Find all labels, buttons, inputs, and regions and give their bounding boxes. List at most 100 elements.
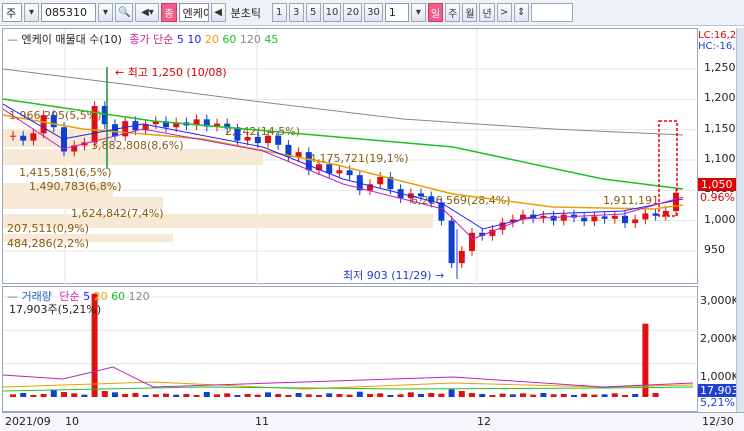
volume-bar-4 [50,390,57,397]
volume-current: 17,903주(5,21%) [9,303,102,316]
current-price-badge: 1,050 [698,178,736,191]
volume-bar-33 [346,394,353,397]
candle-body-44 [458,251,465,264]
price-tick-6: 950 [704,243,725,256]
price-tick-3: 1,100 [704,152,736,165]
price-tick-1: 1,200 [704,91,736,105]
high-note: ← 최고 1,250 (10/08) [115,66,227,79]
volume-bar-36 [377,393,384,397]
code-dropdown-icon[interactable]: ▾ [98,3,113,22]
price-panel[interactable]: 1,966,205(5,5%)3,882,808(8,6%)2,242(14,5… [2,28,699,285]
volume-panel[interactable]: — 거래량 단순 5 20 60 120 17,903주(5,21%) [2,286,699,412]
interval-20[interactable]: 20 [343,3,363,22]
volume-bar-59 [611,393,618,397]
volume-bar-53 [550,394,557,397]
interval-10[interactable]: 10 [322,3,342,22]
candle-body-25 [265,135,271,144]
updown-icon[interactable]: ⇕ [513,3,529,22]
volume-bar-7 [81,394,88,397]
period-day[interactable]: 일 [427,3,444,22]
period-prev-icon[interactable]: ◀ [210,3,226,22]
period-year-label: 년 [482,9,492,20]
candle-body-2 [30,133,37,141]
count-value: 1 [388,6,396,19]
volume-bar-63 [652,393,659,397]
x-label-2: 11 [255,415,269,428]
period-week[interactable]: 주 [445,3,461,22]
interval-5[interactable]: 5 [305,3,321,22]
candle-body-61 [632,219,639,224]
extra-input[interactable] [530,3,573,22]
volume-bar-2 [30,395,37,397]
period-month-label: 월 [465,9,475,20]
volume-bar-23 [244,394,251,397]
volume-profile-label-9: 207,511(0,9%) [7,222,89,235]
candle-body-57 [591,216,598,222]
search-icon[interactable]: 🔍 [115,3,134,22]
volume-bar-11 [122,394,129,397]
collapse-icon[interactable]: — [7,33,18,46]
volume-profile-label-1: 3,882,808(8,6%) [91,139,184,152]
chart-toolbar: 주 ▾ 085310 ▾ 🔍 ◀▾ 종 엔케이 ◀ 분초틱 1 3 5 10 2… [0,0,744,26]
volume-bar-1 [20,393,27,397]
interval-1[interactable]: 1 [271,3,287,22]
volume-bar-40 [418,394,424,397]
sound-icon[interactable]: ◀▾ [135,3,160,22]
candle-body-64 [662,210,669,216]
interval-5-label: 5 [309,7,317,18]
interval-30-label: 30 [367,7,380,18]
volume-chart-svg [2,293,699,397]
ma-label: 종가 단순 [129,33,174,46]
volume-bar-56 [581,393,588,397]
period-label: 분초틱 [228,3,270,22]
vma-60: 60 [111,290,126,303]
volume-bar-37 [387,395,394,397]
volume-bar-6 [71,393,78,397]
volume-bar-49 [509,394,516,397]
x-label-3: 12 [477,415,491,428]
count-input[interactable]: 1 [384,3,409,22]
next-icon[interactable]: > [496,3,512,22]
candle-body-58 [601,216,608,219]
candle-body-29 [305,152,312,171]
volume-bar-5 [61,392,67,397]
period-year[interactable]: 년 [479,3,495,22]
volume-bar-0 [10,394,16,397]
count-dropdown-icon[interactable]: ▾ [410,3,426,22]
volume-bar-21 [224,393,231,397]
candle-body-40 [418,193,424,197]
volume-bar-51 [530,394,537,397]
market-select[interactable]: 주 [2,3,22,22]
volume-bar-44 [458,391,465,397]
volume-bar-26 [275,394,282,397]
volume-bar-28 [295,393,302,397]
volume-profile-label-4: 1,415,581(6,5%) [19,166,112,179]
interval-3[interactable]: 3 [288,3,304,22]
volume-bar-42 [438,393,445,397]
ma-5: 5 [176,33,184,46]
volume-bar-19 [203,392,210,397]
interval-1-label: 1 [275,7,283,18]
interval-30[interactable]: 30 [364,3,383,22]
volume-profile-label-6: 1,624,842(7,4%) [71,207,164,220]
market-dropdown-icon[interactable]: ▾ [24,3,39,22]
volume-bar-15 [163,393,169,397]
market-value: 주 [6,6,17,20]
volume-bar-29 [305,394,312,397]
candle-body-33 [346,170,353,176]
price-panel-title: 엔케이 매물대 수(10) [21,33,122,46]
volume-bar-41 [428,393,435,397]
volume-bar-16 [173,394,180,397]
badge-icon[interactable]: 종 [161,3,177,22]
volume-profile-label-5: 1,490,783(6,8%) [29,180,122,193]
vma-120: 120 [128,290,150,303]
volume-bar-14 [152,394,159,397]
candle-body-53 [550,215,557,221]
period-month[interactable]: 월 [462,3,478,22]
volume-bar-34 [356,391,363,397]
candle-body-10 [112,124,118,137]
code-input[interactable]: 085310 [41,3,96,22]
vertical-scrollbar[interactable] [736,28,744,412]
ma-20: 20 [204,33,219,46]
volume-bar-48 [499,393,506,397]
